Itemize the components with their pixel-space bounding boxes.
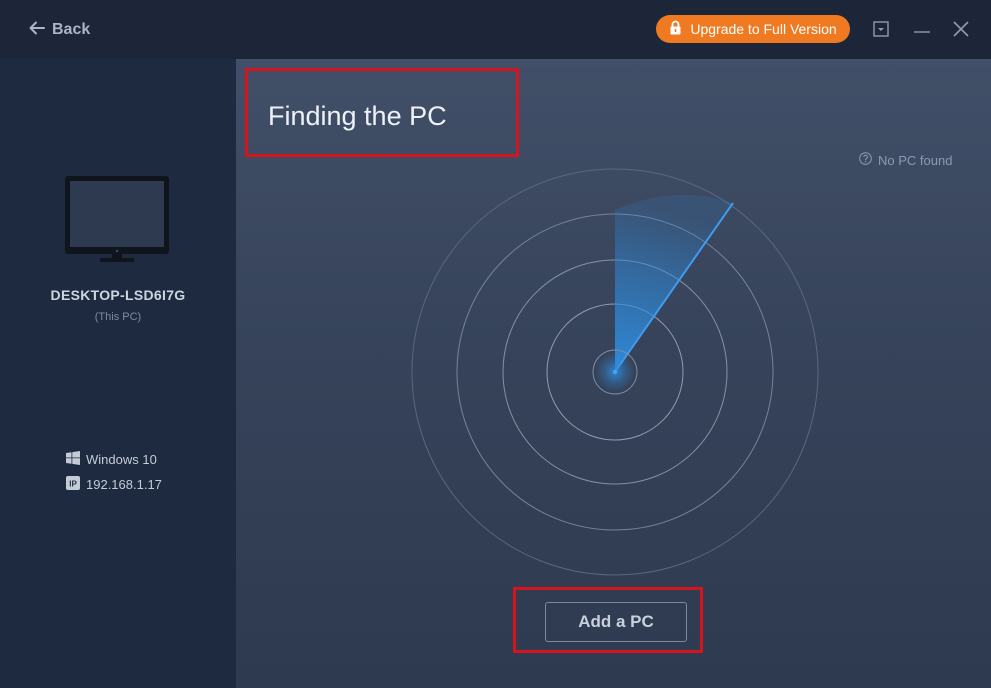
arrow-left-icon (28, 19, 46, 42)
pc-subtitle: (This PC) (94, 311, 142, 323)
lock-icon (669, 20, 682, 38)
status-label: No PC found (878, 152, 953, 168)
upgrade-button[interactable]: Upgrade to Full Version (656, 15, 850, 43)
radar-center-ring (592, 349, 638, 395)
pc-name: DESKTOP-LSD6I7G (50, 287, 186, 303)
main-panel: Finding the PC No PC found Add a PC (236, 59, 991, 688)
close-icon[interactable] (951, 19, 971, 39)
title-bar: Back Upgrade to Full Version (0, 0, 991, 59)
dropdown-box-icon[interactable] (871, 19, 891, 39)
radar-sweep (615, 195, 733, 372)
back-label: Back (52, 21, 91, 38)
radar-center-dot (613, 370, 617, 374)
back-button[interactable]: Back (28, 19, 90, 41)
upgrade-label: Upgrade to Full Version (690, 21, 837, 37)
page-title: Finding the PC (268, 101, 447, 131)
question-circle-icon (859, 152, 872, 168)
os-label: Windows 10 (86, 452, 157, 467)
windows-logo-icon (66, 451, 80, 468)
radar-sweep-edge (614, 202, 734, 373)
minimize-icon[interactable] (912, 19, 932, 39)
radar-center-glow (595, 352, 635, 392)
ip-info: IP 192.168.1.17 (66, 476, 162, 493)
svg-text:IP: IP (69, 480, 77, 489)
sidebar: DESKTOP-LSD6I7G (This PC) Windows 10 IP … (0, 59, 236, 688)
ip-badge-icon: IP (66, 476, 80, 493)
status-indicator: No PC found (859, 152, 952, 168)
add-pc-button[interactable]: Add a PC (545, 602, 687, 642)
os-info: Windows 10 (66, 451, 157, 468)
radar-ring-3 (456, 213, 774, 531)
ip-label: 192.168.1.17 (86, 477, 162, 492)
radar-ring-1 (546, 303, 684, 441)
radar-ring-2 (502, 259, 728, 485)
radar-ring-outer (411, 168, 819, 576)
